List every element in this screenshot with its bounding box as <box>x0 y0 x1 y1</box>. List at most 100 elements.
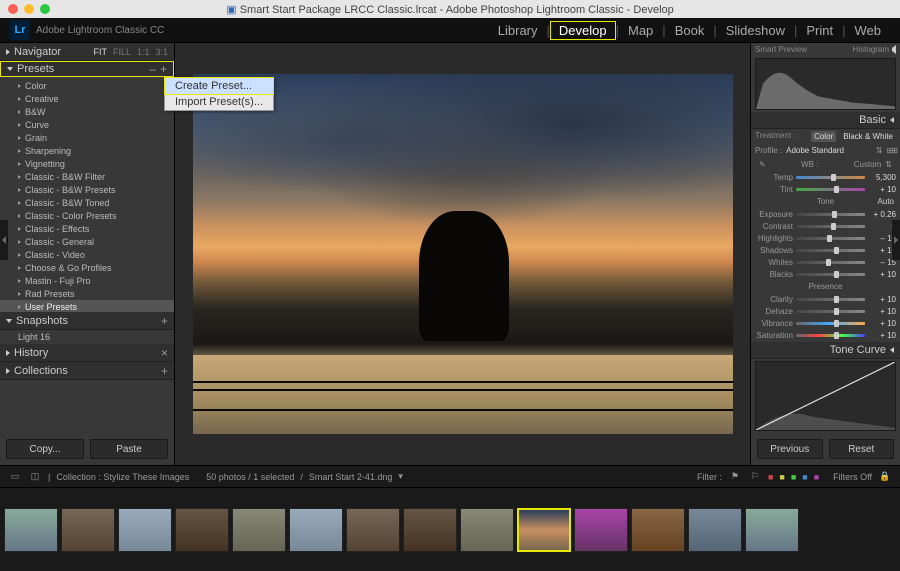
slider-saturation[interactable]: Saturation+ 10 <box>755 329 896 341</box>
slider-track[interactable] <box>796 237 865 240</box>
profile-browser-icon[interactable]: ⊞⊞ <box>887 146 896 155</box>
preset-folder[interactable]: Classic - B&W Filter <box>0 170 174 183</box>
add-snapshot-button[interactable]: + <box>161 314 168 328</box>
module-library[interactable]: Library <box>489 21 547 40</box>
label-blue-icon[interactable]: ■ <box>802 472 807 482</box>
filter-lock-icon[interactable]: 🔒 <box>878 470 892 484</box>
zoom-1-1[interactable]: 1:1 <box>137 47 150 57</box>
preset-folder[interactable]: Curve <box>0 118 174 131</box>
filmstrip-thumb[interactable] <box>346 508 400 552</box>
navigator-panel-header[interactable]: Navigator FITFILL1:13:1 <box>0 43 174 61</box>
filmstrip-thumb[interactable] <box>631 508 685 552</box>
filmstrip-thumb[interactable] <box>232 508 286 552</box>
filmstrip-thumb[interactable] <box>118 508 172 552</box>
preset-folder[interactable]: Classic - B&W Presets <box>0 183 174 196</box>
flag-picked-icon[interactable]: ⚑ <box>728 470 742 484</box>
label-red-icon[interactable]: ■ <box>768 472 773 482</box>
zoom-3-1[interactable]: 3:1 <box>155 47 168 57</box>
snapshot-item[interactable]: Light 16 <box>0 330 174 344</box>
history-panel-header[interactable]: History × <box>0 344 174 362</box>
slider-value[interactable]: + 10 <box>868 295 896 304</box>
zoom-fit[interactable]: FIT <box>93 47 107 57</box>
wb-value[interactable]: Custom <box>854 160 882 169</box>
presets-panel-header[interactable]: Presets – + <box>0 61 174 77</box>
wb-stepper-icon[interactable]: ⇅ <box>885 160 892 169</box>
collection-breadcrumb[interactable]: Collection : Stylize These Images <box>56 472 189 482</box>
slider-track[interactable] <box>796 213 865 216</box>
preset-folder[interactable]: Mastin - Fuji Pro <box>0 274 174 287</box>
slider-exposure[interactable]: Exposure+ 0.26 <box>755 208 896 220</box>
create-preset-menuitem[interactable]: Create Preset... <box>164 77 274 95</box>
slider-value[interactable]: + 10 <box>868 319 896 328</box>
paste-button[interactable]: Paste <box>90 439 168 459</box>
preset-folder[interactable]: Choose & Go Profiles <box>0 261 174 274</box>
label-purple-icon[interactable]: ■ <box>814 472 819 482</box>
slider-knob[interactable] <box>831 174 836 181</box>
slider-shadows[interactable]: Shadows+ 10 <box>755 244 896 256</box>
preset-folder[interactable]: Creative <box>0 92 174 105</box>
slider-knob[interactable] <box>826 259 831 266</box>
slider-knob[interactable] <box>834 296 839 303</box>
slider-track[interactable] <box>796 188 865 191</box>
left-panel-toggle[interactable] <box>0 220 8 260</box>
module-develop[interactable]: Develop <box>550 21 616 40</box>
preset-folder[interactable]: Classic - Effects <box>0 222 174 235</box>
previous-button[interactable]: Previous <box>757 439 823 459</box>
flag-rejected-icon[interactable]: ⚐ <box>748 470 762 484</box>
slider-tint[interactable]: Tint+ 10 <box>755 183 896 195</box>
treatment-color[interactable]: Color <box>811 131 836 142</box>
preset-folder[interactable]: Sharpening <box>0 144 174 157</box>
basic-panel-header[interactable]: Basic <box>751 112 900 129</box>
slider-track[interactable] <box>796 261 865 264</box>
filmstrip-thumbs[interactable] <box>0 488 900 571</box>
slider-value[interactable]: + 10 <box>868 331 896 340</box>
treatment-bw[interactable]: Black & White <box>840 131 896 142</box>
add-preset-button[interactable]: + <box>160 62 167 76</box>
slider-highlights[interactable]: Highlights– 10 <box>755 232 896 244</box>
profile-value[interactable]: Adobe Standard <box>786 146 872 155</box>
module-print[interactable]: Print <box>797 21 842 40</box>
filmstrip-thumb[interactable] <box>61 508 115 552</box>
slider-track[interactable] <box>796 310 865 313</box>
slider-contrast[interactable]: Contrast0 <box>755 220 896 232</box>
preset-folder[interactable]: Classic - Video <box>0 248 174 261</box>
slider-value[interactable]: 5,300 <box>868 173 896 182</box>
slider-knob[interactable] <box>834 308 839 315</box>
slider-track[interactable] <box>796 334 865 337</box>
preset-folder[interactable]: Color <box>0 79 174 92</box>
tone-curve-display[interactable] <box>755 361 896 431</box>
filmstrip-thumb[interactable] <box>403 508 457 552</box>
preset-folder[interactable]: Rad Presets <box>0 287 174 300</box>
label-yellow-icon[interactable]: ■ <box>779 472 784 482</box>
copy-button[interactable]: Copy... <box>6 439 84 459</box>
filmstrip-thumb[interactable] <box>688 508 742 552</box>
import-presets-menuitem[interactable]: Import Preset(s)... <box>165 94 273 110</box>
preset-folder[interactable]: Classic - General <box>0 235 174 248</box>
filmstrip-thumb[interactable] <box>460 508 514 552</box>
slider-knob[interactable] <box>834 320 839 327</box>
filters-off-label[interactable]: Filters Off <box>833 472 872 482</box>
module-map[interactable]: Map <box>619 21 662 40</box>
slider-track[interactable] <box>796 225 865 228</box>
preset-folder[interactable]: Classic - Color Presets <box>0 209 174 222</box>
slider-track[interactable] <box>796 298 865 301</box>
slider-whites[interactable]: Whites– 15 <box>755 256 896 268</box>
preset-folder[interactable]: User Presets <box>0 300 174 312</box>
preset-folder[interactable]: Classic - B&W Toned <box>0 196 174 209</box>
reset-button[interactable]: Reset <box>829 439 895 459</box>
slider-value[interactable]: + 10 <box>868 185 896 194</box>
module-web[interactable]: Web <box>846 21 891 40</box>
snapshots-panel-header[interactable]: Snapshots + <box>0 312 174 330</box>
slider-knob[interactable] <box>834 271 839 278</box>
zoom-fill[interactable]: FILL <box>113 47 131 57</box>
slider-knob[interactable] <box>827 235 832 242</box>
filmstrip-thumb[interactable] <box>745 508 799 552</box>
slider-clarity[interactable]: Clarity+ 10 <box>755 293 896 305</box>
histogram-display[interactable] <box>755 58 896 110</box>
tone-curve-panel-header[interactable]: Tone Curve <box>751 342 900 359</box>
slider-blacks[interactable]: Blacks+ 10 <box>755 268 896 280</box>
remove-preset-button[interactable]: – <box>149 62 156 76</box>
preset-folder[interactable]: B&W <box>0 105 174 118</box>
right-panel-toggle[interactable] <box>892 220 900 260</box>
slider-value[interactable]: + 10 <box>868 307 896 316</box>
